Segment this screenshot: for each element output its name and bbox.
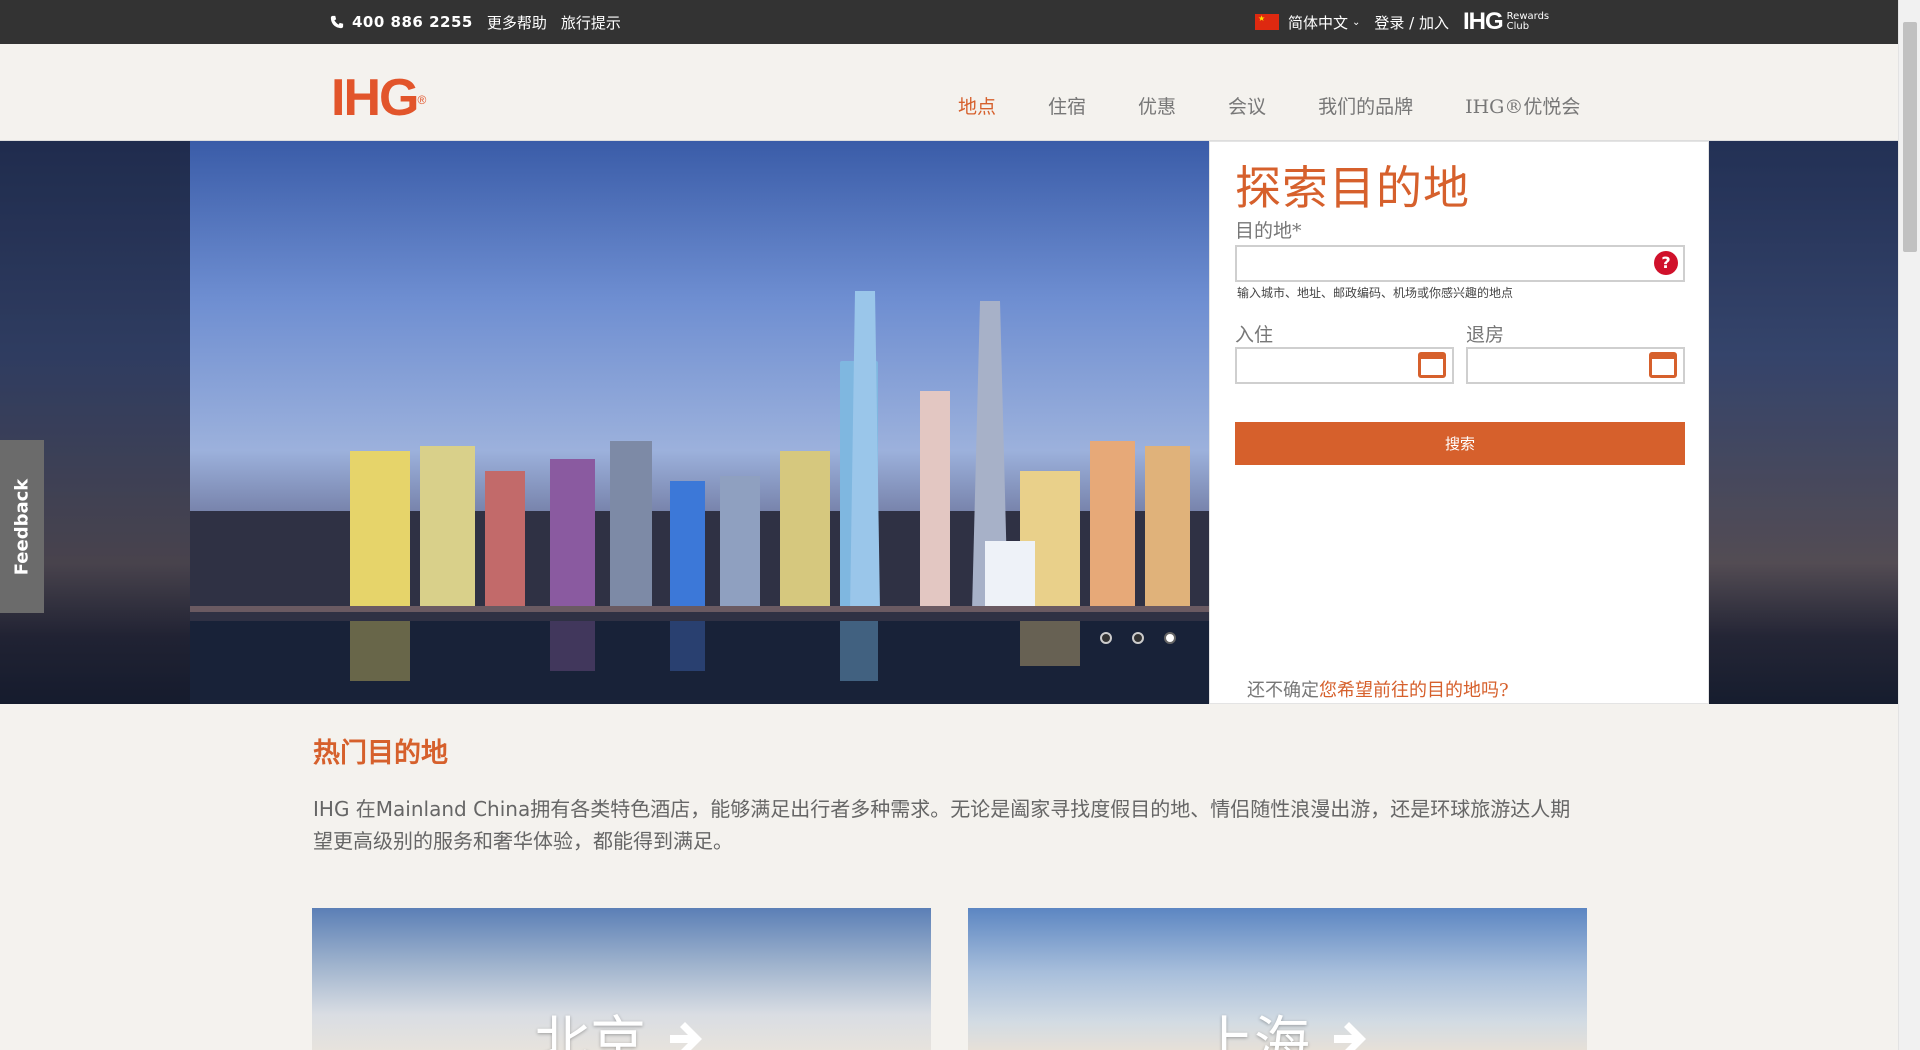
unsure-prefix: 还不确定 bbox=[1247, 680, 1319, 701]
login-join-link[interactable]: 登录 / 加入 bbox=[1374, 12, 1449, 33]
china-flag-icon[interactable] bbox=[1255, 14, 1279, 30]
rewards-mark: IHG bbox=[1463, 8, 1504, 35]
city-card-shanghai[interactable]: 上海 bbox=[968, 908, 1587, 1050]
city-name: 上海 bbox=[1198, 998, 1370, 1050]
city-card-beijing[interactable]: 北京 bbox=[312, 908, 931, 1050]
checkin-date-input[interactable] bbox=[1235, 347, 1454, 384]
hero-dim-right bbox=[1709, 141, 1898, 704]
main-header: IHG® 地点 住宿 优惠 会议 我们的品牌 IHG®优悦会 bbox=[0, 44, 1898, 141]
search-panel: 探索目的地 目的地* ? 输入城市、地址、邮政编码、机场或你感兴趣的地点 入住 … bbox=[1209, 141, 1709, 704]
carousel-dot-2[interactable] bbox=[1132, 632, 1144, 644]
carousel-dot-1[interactable] bbox=[1100, 632, 1112, 644]
unsure-link[interactable]: 您希望前往的目的地吗? bbox=[1319, 680, 1509, 701]
carousel-dots bbox=[1100, 632, 1176, 644]
help-link[interactable]: 更多帮助 bbox=[487, 12, 547, 33]
rewards-line-2: Club bbox=[1506, 21, 1530, 32]
city-skyline-image bbox=[190, 291, 1209, 704]
feedback-label: Feedback bbox=[11, 478, 33, 575]
main-nav: 地点 住宿 优惠 会议 我们的品牌 IHG®优悦会 bbox=[958, 92, 1580, 119]
rewards-label: Rewards Club bbox=[1507, 12, 1549, 32]
calendar-icon[interactable] bbox=[1649, 352, 1677, 378]
city-name-text: 上海 bbox=[1198, 1011, 1310, 1050]
checkout-label: 退房 bbox=[1466, 324, 1505, 346]
nav-rewards[interactable]: IHG®优悦会 bbox=[1465, 92, 1580, 119]
destination-input[interactable]: ? bbox=[1235, 245, 1685, 282]
travel-tips-link[interactable]: 旅行提示 bbox=[561, 12, 621, 33]
destination-hint: 输入城市、地址、邮政编码、机场或你感兴趣的地点 bbox=[1237, 286, 1514, 300]
feedback-tab[interactable]: Feedback bbox=[0, 440, 44, 613]
carousel-dot-3[interactable] bbox=[1164, 632, 1176, 644]
city-name-text: 北京 bbox=[534, 1011, 646, 1050]
popular-intro: IHG 在Mainland China拥有各类特色酒店，能够满足出行者多种需求。… bbox=[313, 797, 1571, 853]
phone-icon bbox=[330, 15, 344, 29]
phone-number[interactable]: 400 886 2255 bbox=[352, 13, 473, 31]
nav-stays[interactable]: 住宿 bbox=[1048, 92, 1086, 119]
rewards-club-logo[interactable]: IHG Rewards Club bbox=[1463, 8, 1549, 36]
arrow-right-icon bbox=[1334, 1021, 1366, 1050]
nav-offers[interactable]: 优惠 bbox=[1138, 92, 1176, 119]
arrow-right-icon bbox=[670, 1021, 702, 1050]
utility-left: 400 886 2255 更多帮助 旅行提示 bbox=[330, 0, 635, 44]
city-name: 北京 bbox=[534, 998, 706, 1050]
language-selector[interactable]: 简体中文 bbox=[1288, 12, 1348, 33]
page-scrollbar[interactable] bbox=[1898, 0, 1920, 1050]
nav-locations[interactable]: 地点 bbox=[958, 92, 996, 119]
chevron-down-icon[interactable]: ⌄ bbox=[1352, 17, 1360, 28]
search-button[interactable]: 搜索 bbox=[1235, 422, 1685, 465]
nav-meetings[interactable]: 会议 bbox=[1228, 92, 1266, 119]
destination-label: 目的地* bbox=[1235, 220, 1302, 242]
nav-brands[interactable]: 我们的品牌 bbox=[1318, 92, 1413, 119]
utility-right: 简体中文 ⌄ 登录 / 加入 IHG Rewards Club bbox=[1255, 0, 1549, 44]
checkout-date-input[interactable] bbox=[1466, 347, 1685, 384]
calendar-icon[interactable] bbox=[1418, 352, 1446, 378]
ihg-logo[interactable]: IHG® bbox=[331, 72, 426, 124]
unsure-prompt: 还不确定您希望前往的目的地吗? bbox=[1247, 676, 1509, 702]
hero-dim-left bbox=[0, 141, 190, 704]
scrollbar-thumb[interactable] bbox=[1903, 22, 1917, 252]
utility-bar: 400 886 2255 更多帮助 旅行提示 简体中文 ⌄ 登录 / 加入 IH… bbox=[0, 0, 1898, 44]
hero-image bbox=[190, 141, 1209, 704]
panel-title: 探索目的地 bbox=[1235, 161, 1470, 215]
ihg-logo-text: IHG bbox=[331, 69, 419, 127]
popular-title: 热门目的地 bbox=[313, 738, 448, 769]
help-icon[interactable]: ? bbox=[1654, 251, 1678, 275]
checkin-label: 入住 bbox=[1235, 324, 1274, 346]
